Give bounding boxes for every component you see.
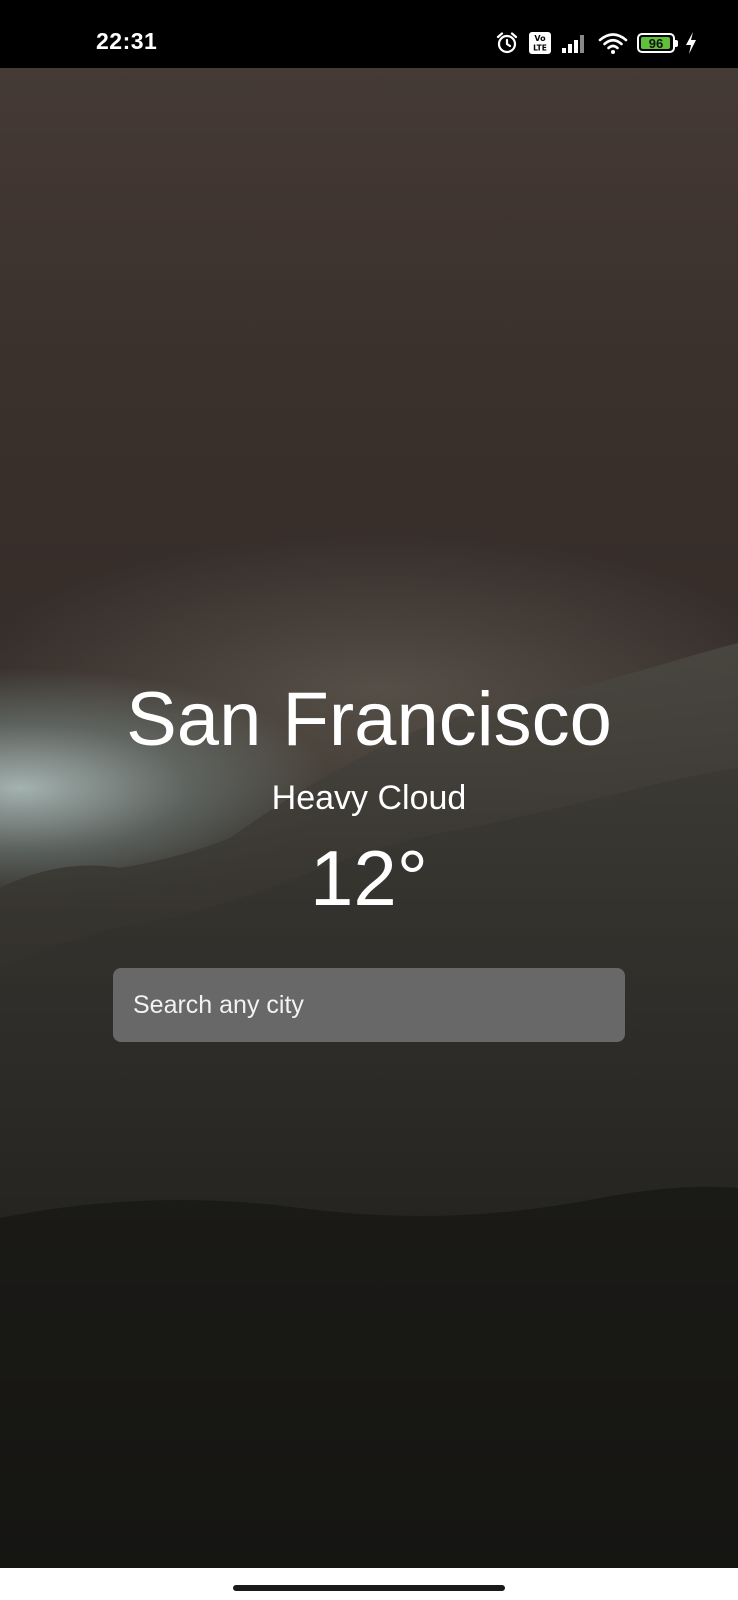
alarm-icon xyxy=(495,31,519,55)
battery-level: 96 xyxy=(648,35,664,51)
status-time: 22:31 xyxy=(96,28,158,54)
navigation-bar xyxy=(0,1568,738,1600)
svg-text:LTE: LTE xyxy=(533,44,547,53)
wifi-icon xyxy=(598,31,628,55)
weather-app-screen: 22:31 Vo LTE 96 San Francisco Heavy Clou… xyxy=(0,0,738,1600)
home-indicator[interactable] xyxy=(233,1585,505,1591)
city-name: San Francisco xyxy=(126,677,612,762)
charging-icon xyxy=(684,31,698,55)
search-input[interactable] xyxy=(133,990,605,1020)
weather-content: San Francisco Heavy Cloud 12° xyxy=(0,0,738,1600)
volte-icon: Vo LTE xyxy=(528,31,552,55)
status-icons: Vo LTE 96 xyxy=(495,30,698,56)
battery-icon: 96 xyxy=(637,33,678,53)
status-bar: 22:31 Vo LTE 96 xyxy=(0,0,738,68)
search-box[interactable] xyxy=(113,968,625,1042)
signal-icon xyxy=(561,31,589,55)
svg-text:Vo: Vo xyxy=(534,34,546,43)
temperature: 12° xyxy=(310,834,428,922)
weather-condition: Heavy Cloud xyxy=(271,779,467,817)
